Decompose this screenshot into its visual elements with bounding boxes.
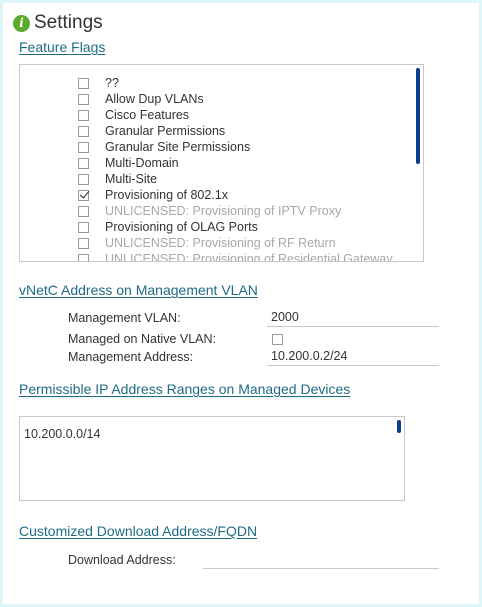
ip-ranges-scrollbar[interactable]: [397, 420, 401, 433]
feature-flag-row[interactable]: Provisioning of 802.1x: [78, 187, 228, 203]
feature-flag-checkbox[interactable]: [78, 141, 89, 153]
feature-flag-checkbox[interactable]: [78, 253, 89, 261]
feature-flag-row[interactable]: Multi-Site: [78, 171, 157, 187]
management-vlan-label: Management VLAN:: [68, 311, 181, 325]
feature-flag-checkbox[interactable]: [78, 237, 89, 249]
settings-header: i Settings: [13, 11, 103, 35]
feature-flag-row[interactable]: Allow Dup VLANs: [78, 91, 204, 107]
ip-ranges-heading[interactable]: Permissible IP Address Ranges on Managed…: [19, 381, 350, 397]
management-address-label: Management Address:: [68, 350, 194, 364]
feature-flag-checkbox[interactable]: [78, 157, 89, 169]
feature-flag-checkbox[interactable]: [78, 77, 89, 89]
feature-flag-label: Provisioning of 802.1x: [105, 188, 228, 202]
ip-ranges-textarea[interactable]: 10.200.0.0/14: [19, 416, 405, 501]
download-heading[interactable]: Customized Download Address/FQDN: [19, 523, 257, 539]
management-address-field[interactable]: 10.200.0.2/24: [267, 348, 439, 366]
feature-flag-label: Cisco Features: [105, 108, 190, 122]
feature-flag-checkbox[interactable]: [78, 205, 89, 217]
feature-flag-label: Multi-Site: [105, 172, 158, 186]
feature-flag-row[interactable]: UNLICENSED: Provisioning of IPTV Proxy: [78, 203, 341, 219]
feature-flag-checkbox[interactable]: [78, 173, 89, 185]
feature-flag-row[interactable]: Cisco Features: [78, 107, 189, 123]
feature-flag-label: Provisioning of OLAG Ports: [105, 220, 258, 234]
feature-flags-heading[interactable]: Feature Flags: [19, 39, 105, 55]
feature-flag-row[interactable]: Granular Permissions: [78, 123, 225, 139]
feature-flag-checkbox[interactable]: [78, 93, 89, 105]
feature-flag-label: UNLICENSED: Provisioning of IPTV Proxy: [105, 204, 342, 218]
feature-flags-scrollbar[interactable]: [416, 68, 420, 164]
feature-flag-label: Allow Dup VLANs: [105, 92, 204, 106]
feature-flag-checkbox[interactable]: [78, 221, 89, 233]
feature-flag-label: Granular Site Permissions: [105, 140, 251, 154]
feature-flags-list[interactable]: ?? Allow Dup VLANs Cisco Features Granular …: [19, 64, 424, 262]
native-vlan-checkbox[interactable]: [272, 334, 283, 345]
feature-flag-row[interactable]: UNLICENSED: Provisioning of Residential …: [78, 251, 393, 262]
feature-flag-label: UNLICENSED: Provisioning of Residential …: [105, 252, 393, 262]
ip-ranges-value: 10.200.0.0/14: [24, 427, 101, 441]
info-icon: i: [13, 14, 30, 32]
page-title: Settings: [34, 12, 103, 33]
feature-flag-checkbox[interactable]: [78, 189, 89, 201]
settings-panel: i Settings Feature Flags ?? Allow Dup VLA…: [3, 3, 479, 604]
feature-flag-label: Multi-Domain: [105, 156, 179, 170]
management-vlan-field[interactable]: 2000: [267, 309, 439, 327]
feature-flag-row[interactable]: Granular Site Permissions: [78, 139, 250, 155]
native-vlan-label: Managed on Native VLAN:: [68, 332, 217, 346]
vnetc-heading[interactable]: vNetC Address on Management VLAN: [19, 282, 258, 298]
feature-flag-row[interactable]: UNLICENSED: Provisioning of RF Return: [78, 235, 336, 251]
feature-flag-label: Granular Permissions: [105, 124, 226, 138]
feature-flag-label: ??: [105, 76, 119, 90]
feature-flag-row[interactable]: Provisioning of OLAG Ports: [78, 219, 258, 235]
download-address-label: Download Address:: [68, 553, 176, 567]
feature-flag-row[interactable]: Multi-Domain: [78, 155, 179, 171]
feature-flag-label: UNLICENSED: Provisioning of RF Return: [105, 236, 336, 250]
feature-flag-row[interactable]: ??: [78, 75, 119, 91]
download-address-field[interactable]: [203, 551, 439, 569]
feature-flag-checkbox[interactable]: [78, 125, 89, 137]
feature-flag-checkbox[interactable]: [78, 109, 89, 121]
